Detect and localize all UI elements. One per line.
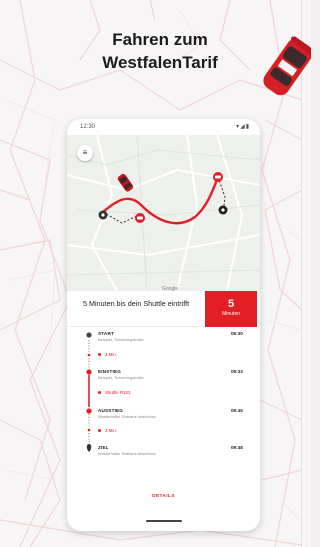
eta-badge-number: 5 (227, 298, 235, 310)
eta-panel: 5 Minuten bis dein Shuttle eintrifft 5 M… (67, 291, 260, 327)
pickup-icon (86, 369, 92, 375)
stop-address: Westerholter Rathaus Anschluss (98, 414, 156, 419)
route-map[interactable]: ≡ Google (67, 134, 260, 292)
stop-address: Beispiel, Schubringstraße (98, 375, 144, 380)
start-icon (86, 332, 92, 338)
details-button[interactable]: DETAILS (67, 493, 260, 498)
stop-label: START (98, 331, 114, 336)
walk-icon (87, 353, 91, 357)
shuttle-label: Shuttle R123 (105, 390, 131, 395)
dropoff-icon (86, 408, 92, 414)
walk-info-2: 3 Min. (98, 428, 117, 433)
shuttle-car-icon (263, 36, 311, 96)
headline: Fahren zum WestfalenTarif (102, 30, 218, 72)
stop-label: ZIEL (98, 445, 109, 450)
walk-info-1: 3 Min. (98, 352, 117, 357)
status-bar: 12:30 ▾◢▮ (67, 119, 260, 135)
walk-duration: 3 Min. (105, 352, 117, 357)
destination-icon (86, 444, 92, 452)
walk-icon-2 (87, 428, 91, 432)
stop-time: 09:48 (231, 445, 243, 450)
stop-label: EINSTIEG (98, 369, 122, 374)
promo-card: Fahren zum WestfalenTarif 12:30 ▾◢▮ ≡ Go… (0, 0, 311, 547)
stop-time: 09:45 (231, 408, 243, 413)
map-canvas (67, 134, 260, 292)
walk-duration: 3 Min. (105, 428, 117, 433)
eta-badge-unit: Minuten (222, 311, 240, 317)
eta-badge: 5 Minuten (205, 291, 257, 327)
timeline-graphic (86, 332, 92, 452)
stop-address: Westerholter Rathaus Anschluss (98, 451, 156, 456)
shuttle-info: Shuttle R123 (98, 390, 130, 395)
home-indicator (146, 520, 182, 522)
stop-time: 09:33 (231, 369, 243, 374)
stop-address: Beispiel, Schubringstraße (98, 337, 144, 342)
status-icons: ▾◢▮ (236, 124, 250, 130)
status-time: 12:30 (80, 124, 96, 130)
stop-time: 09:30 (231, 331, 243, 336)
menu-icon[interactable]: ≡ (77, 145, 93, 161)
phone-mockup: 12:30 ▾◢▮ ≡ Google 5 Minuten bis dein Sh… (67, 119, 260, 531)
eta-text: 5 Minuten bis dein Shuttle eintrifft (83, 299, 190, 308)
stop-label: AUSSTIEG (98, 408, 124, 413)
